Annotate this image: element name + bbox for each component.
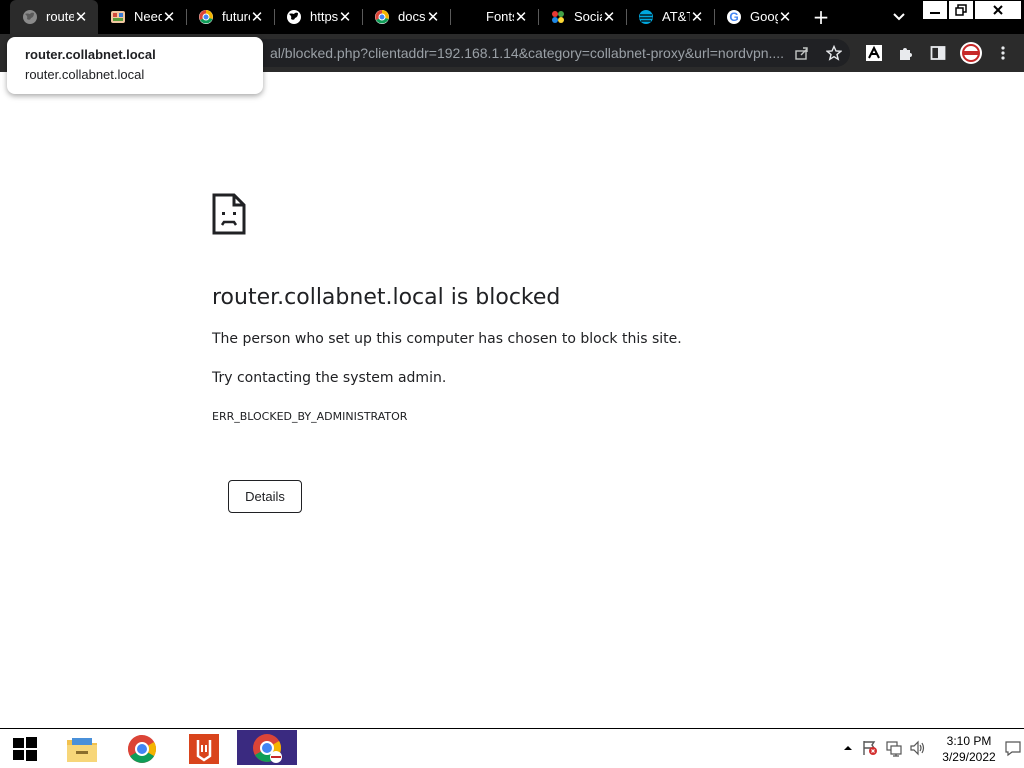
windows-taskbar: 3:10 PM 3/29/2022 (0, 728, 1024, 768)
action-center-flag-icon[interactable] (861, 739, 879, 757)
extensions-puzzle-icon[interactable] (896, 43, 916, 63)
popup-title: router.collabnet.local (25, 47, 156, 62)
error-message: The person who set up this computer has … (212, 331, 682, 347)
close-icon[interactable]: ✕ (690, 9, 704, 25)
close-icon[interactable]: ✕ (778, 9, 792, 25)
att-icon (638, 9, 654, 25)
close-icon[interactable]: ✕ (250, 9, 264, 25)
address-bar[interactable]: al/blocked.php?clientaddr=192.168.1.14&c… (180, 39, 850, 67)
tab-social[interactable]: Social ✕ (538, 0, 627, 34)
popup-subtitle: router.collabnet.local (25, 67, 145, 82)
show-hidden-icons-icon[interactable] (839, 739, 857, 757)
tab-label: Google (750, 9, 778, 24)
chrome-docs-icon (374, 9, 390, 25)
restore-button[interactable] (948, 0, 974, 20)
tab-label: AT&T (662, 9, 690, 24)
tab-future[interactable]: future ✕ (186, 0, 275, 34)
tab-label: Social (574, 9, 602, 24)
svg-text:G: G (729, 10, 738, 24)
tab-label: docs (398, 9, 426, 24)
tab-search-chevron-icon[interactable] (890, 8, 908, 26)
profile-avatar[interactable] (960, 42, 982, 64)
error-suggestion: Try contacting the system admin. (212, 370, 447, 386)
acrobat-icon[interactable] (174, 730, 234, 768)
tab-label: Fonts (486, 9, 514, 24)
google-icon: G (726, 9, 742, 25)
tab-google[interactable]: G Google ✕ (714, 0, 802, 34)
more-menu-icon[interactable] (993, 43, 1013, 63)
tab-label: future (222, 9, 250, 24)
close-icon[interactable]: ✕ (426, 9, 440, 25)
tab-label: router.collabnet.local (46, 9, 74, 24)
volume-icon[interactable] (909, 739, 927, 757)
file-explorer-icon[interactable] (52, 730, 112, 768)
error-code: ERR_BLOCKED_BY_ADMINISTRATOR (212, 410, 408, 423)
minimize-button[interactable] (922, 0, 948, 20)
globe-icon (22, 9, 38, 25)
tab-label: https (310, 9, 338, 24)
chrome-profile-icon[interactable] (237, 730, 297, 768)
tab-att[interactable]: AT&T ✕ (626, 0, 715, 34)
close-icon[interactable]: ✕ (338, 9, 352, 25)
details-button[interactable]: Details (228, 480, 302, 513)
extension-a-icon[interactable] (864, 43, 884, 63)
tab-router[interactable]: router.collabnet.local ✕ (10, 0, 98, 34)
start-button[interactable] (0, 730, 50, 768)
page-content: router.collabnet.local is blocked The pe… (0, 72, 1024, 728)
chrome-docs-icon (198, 9, 214, 25)
bookmark-star-icon[interactable] (824, 43, 844, 63)
gallery-icon (110, 9, 126, 25)
globe-icon (286, 9, 302, 25)
close-icon[interactable]: ✕ (74, 9, 88, 25)
share-icon[interactable] (792, 43, 812, 63)
error-title: router.collabnet.local is blocked (212, 285, 561, 310)
side-panel-icon[interactable] (928, 43, 948, 63)
hover-card-popup: router.collabnet.local router.collabnet.… (7, 37, 263, 94)
tab-strip: router.collabnet.local ✕ Needs ✕ future … (0, 0, 1024, 34)
tab-label: Needs (134, 9, 162, 24)
clock-date: 3/29/2022 (942, 750, 996, 764)
new-tab-button[interactable]: + (811, 6, 831, 28)
close-icon[interactable]: ✕ (514, 9, 528, 25)
close-window-button[interactable] (974, 0, 1022, 20)
network-icon[interactable] (885, 739, 903, 757)
blocked-page-icon (212, 193, 246, 235)
clock-time: 3:10 PM (946, 734, 992, 748)
tab-needs[interactable]: Needs ✕ (98, 0, 187, 34)
chrome-icon[interactable] (112, 730, 172, 768)
social-icon (550, 9, 566, 25)
tab-https[interactable]: https ✕ (274, 0, 363, 34)
close-icon[interactable]: ✕ (162, 9, 176, 25)
notifications-icon[interactable] (1004, 739, 1022, 757)
tab-fonts[interactable]: Fonts ✕ (450, 0, 539, 34)
url-text[interactable]: al/blocked.php?clientaddr=192.168.1.14&c… (270, 45, 786, 61)
close-icon[interactable]: ✕ (602, 9, 616, 25)
tab-docs[interactable]: docs ✕ (362, 0, 451, 34)
taskbar-clock[interactable]: 3:10 PM 3/29/2022 (936, 733, 1002, 765)
